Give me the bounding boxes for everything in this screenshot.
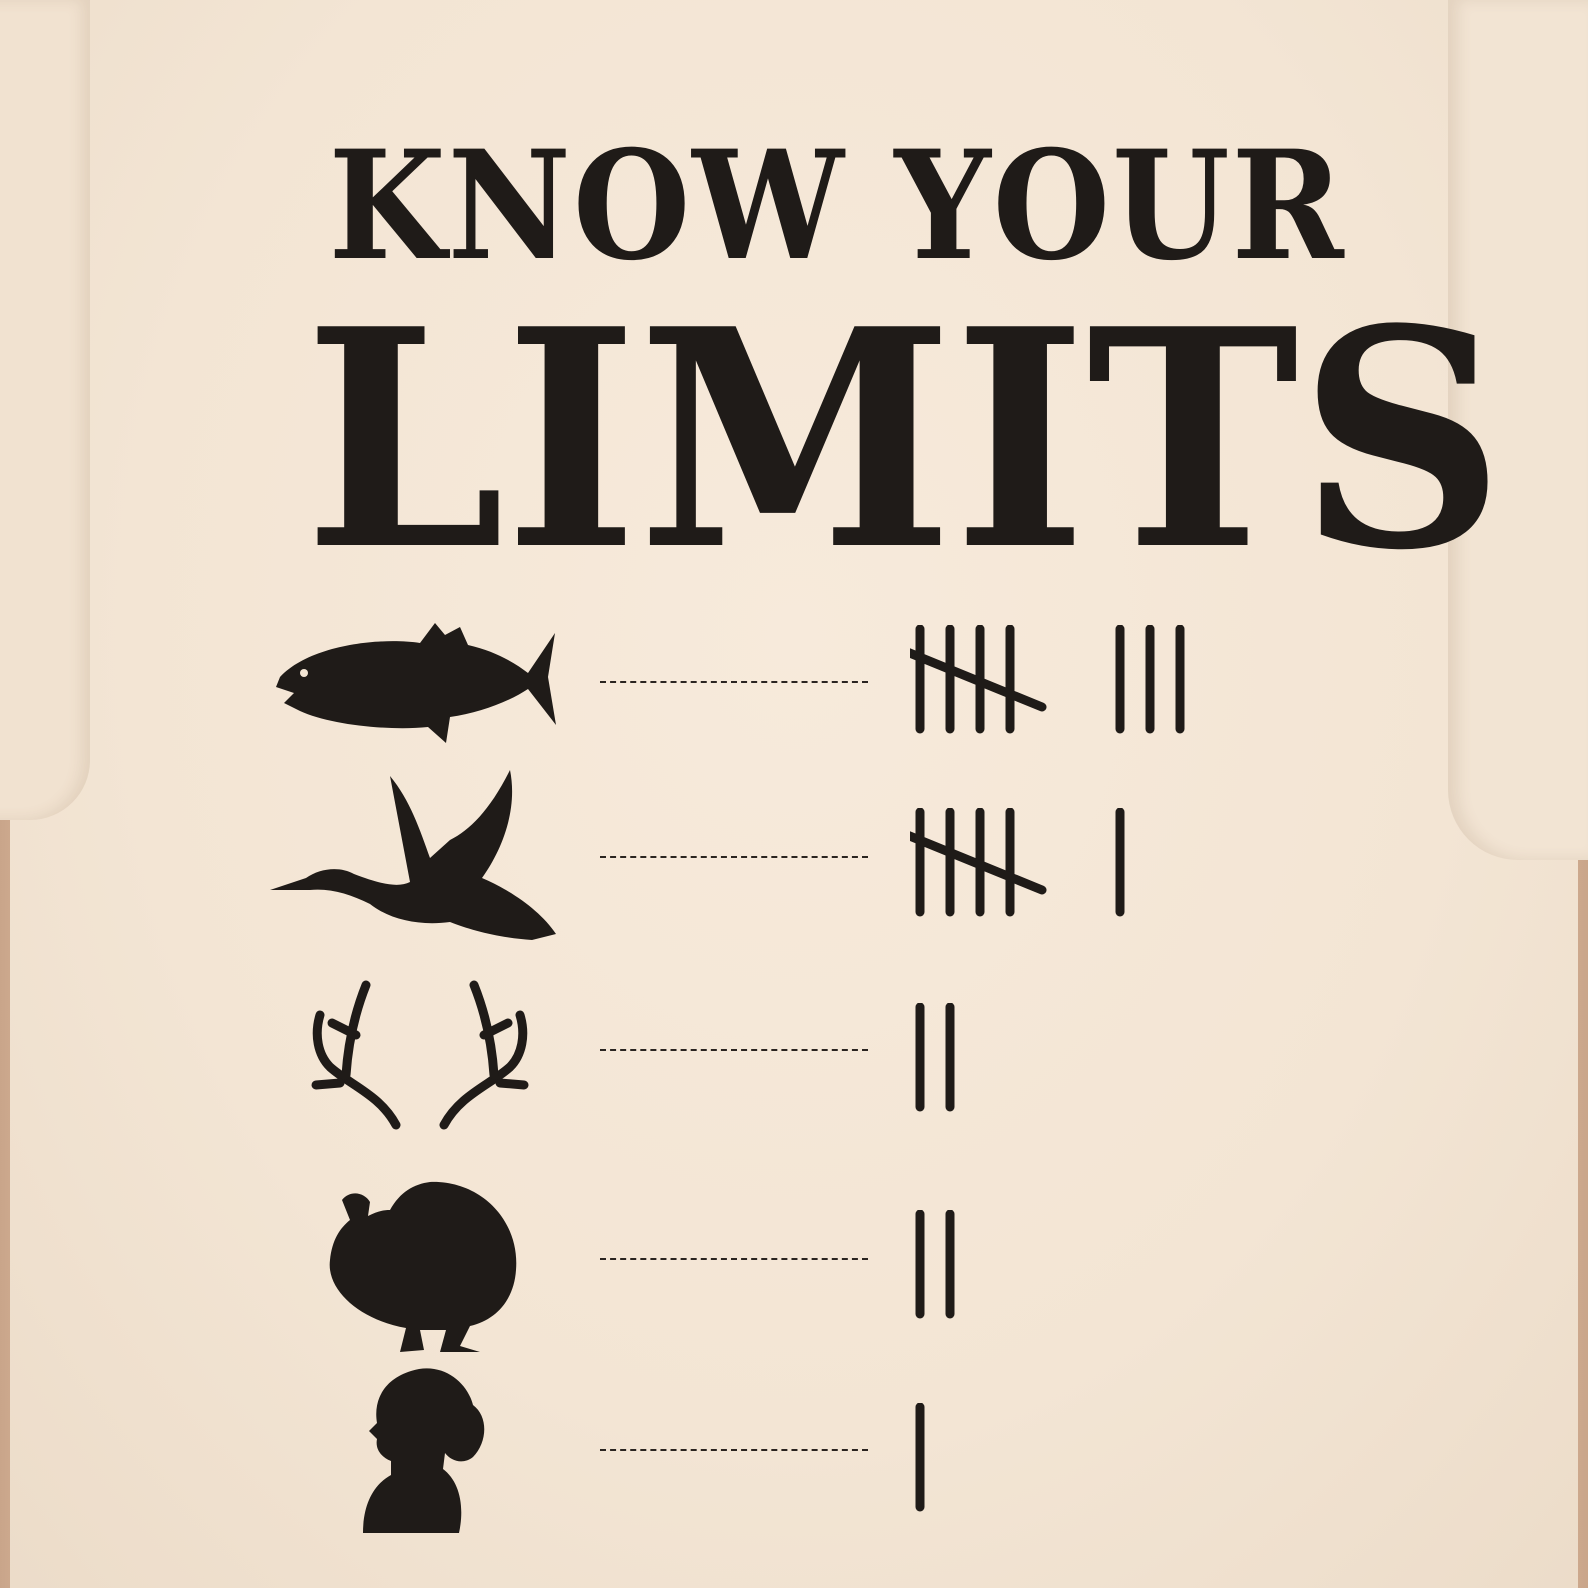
tally-marks bbox=[915, 1003, 955, 1112]
antlers-icon bbox=[311, 980, 529, 1130]
title-line-1: KNOW YOUR bbox=[328, 118, 1346, 294]
limit-row-woman bbox=[270, 1365, 1270, 1555]
blank-line bbox=[600, 1049, 868, 1051]
fish-icon bbox=[276, 623, 556, 743]
tally-marks bbox=[915, 1403, 925, 1512]
title-line-2: LIMITS bbox=[304, 263, 1505, 616]
duck-icon bbox=[270, 770, 556, 940]
turkey-icon bbox=[329, 1181, 517, 1352]
left-sleeve bbox=[0, 0, 90, 820]
blank-line bbox=[600, 681, 868, 683]
limit-row-duck bbox=[270, 770, 1270, 960]
blank-line bbox=[600, 1258, 868, 1260]
tally-marks bbox=[915, 1210, 955, 1319]
woman-silhouette-icon bbox=[363, 1368, 485, 1533]
tally-marks bbox=[910, 808, 1125, 917]
tally-marks bbox=[910, 625, 1185, 734]
limit-row-turkey bbox=[270, 1180, 1270, 1370]
blank-line bbox=[600, 856, 868, 858]
limit-row-antlers bbox=[270, 975, 1270, 1165]
blank-line bbox=[600, 1449, 868, 1451]
